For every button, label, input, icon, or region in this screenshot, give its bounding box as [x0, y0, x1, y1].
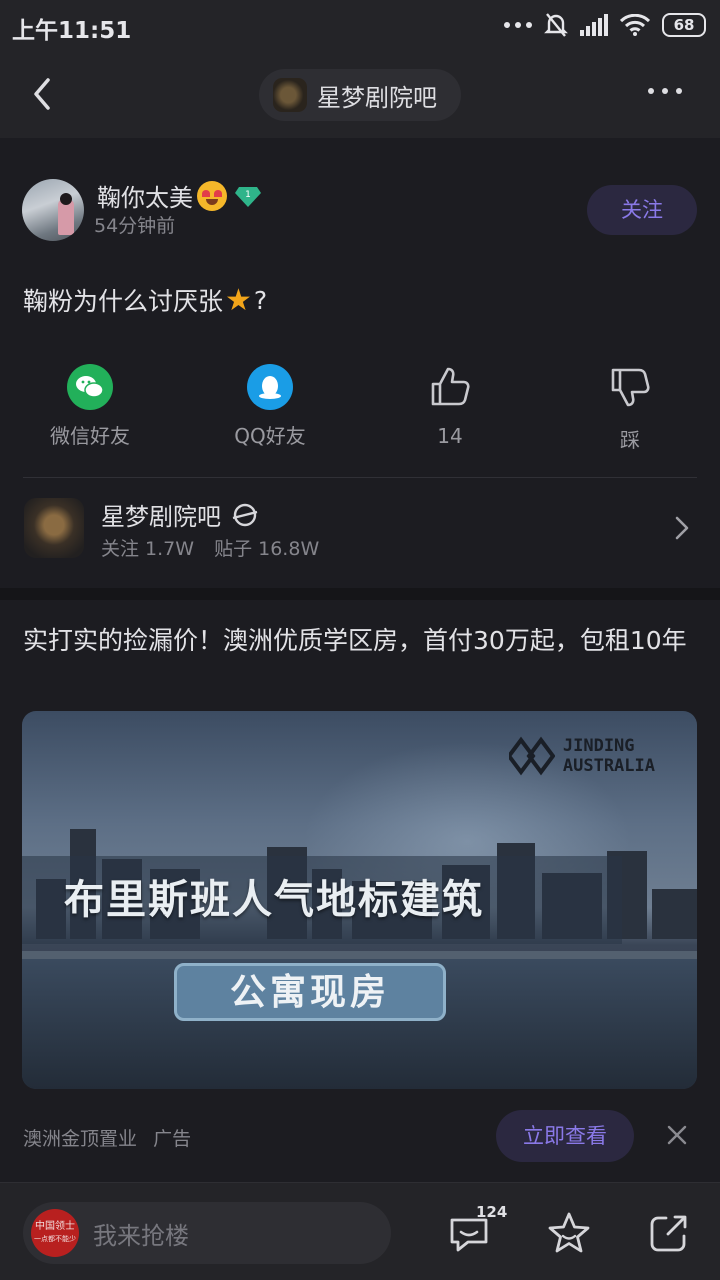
status-icons: 68 [504, 12, 706, 38]
nav-bar: 星梦剧院吧 [0, 52, 720, 138]
author-name: 鞠你太美 [97, 184, 193, 212]
level-badge-icon: 1 [235, 186, 261, 207]
battery-indicator: 68 [662, 13, 706, 37]
ad-title[interactable]: 实打实的捡漏价！澳洲优质学区房，首付30万起，包租10年 [23, 620, 693, 662]
share-qq-label: QQ好友 [234, 424, 306, 448]
ad-headline: 布里斯班人气地标建筑 [64, 876, 484, 923]
dislike-label: 踩 [620, 428, 640, 452]
planet-icon [232, 503, 258, 526]
forum-title-pill[interactable]: 星梦剧院吧 [259, 69, 461, 121]
post-title: 鞠粉为什么讨厌张 ★ ? [23, 282, 267, 318]
divider [23, 477, 697, 478]
close-icon[interactable] [666, 1124, 688, 1146]
share-actions: 微信好友 QQ好友 14 踩 [0, 364, 720, 454]
star-emoji-icon: ★ [225, 282, 252, 318]
status-time: 上午11:51 [12, 18, 132, 44]
brand-logo: JINDING AUSTRALIA [508, 736, 655, 776]
like-count: 14 [437, 424, 463, 448]
forum-followers: 关注 1.7W [101, 538, 195, 560]
thumbs-up-icon [431, 367, 470, 406]
ad-tag: 广告 [153, 1128, 192, 1150]
favorite-star-icon[interactable] [546, 1210, 592, 1256]
ad-sub-badge: 公寓现房 [174, 963, 446, 1021]
jinding-logo-icon [508, 736, 555, 776]
comment-count: 124 [476, 1203, 508, 1221]
forum-title: 星梦剧院吧 [317, 83, 437, 112]
dislike-button[interactable]: 踩 [560, 364, 700, 453]
post-card: 鞠你太美 1 54分钟前 关注 鞠粉为什么讨厌张 ★ ? 微信好友 QQ好友 1… [0, 138, 720, 588]
share-wechat-label: 微信好友 [50, 424, 130, 448]
thumbs-down-icon [611, 368, 650, 407]
heart-eyes-emoji-icon [197, 180, 227, 211]
forum-avatar [273, 78, 307, 112]
wechat-icon [67, 364, 113, 410]
view-now-button[interactable]: 立即查看 [496, 1110, 634, 1162]
reply-placeholder: 我来抢楼 [93, 1221, 189, 1250]
forum-link-row[interactable]: 星梦剧院吧 关注 1.7W 贴子 16.8W [0, 493, 720, 573]
status-bar: 上午11:51 68 [0, 0, 720, 52]
forum-name: 星梦剧院吧 [101, 503, 221, 531]
post-title-suffix: ? [253, 285, 268, 315]
more-notifications-icon [504, 22, 532, 28]
qq-icon [247, 364, 293, 410]
ad-image[interactable]: 布里斯班人气地标建筑 公寓现房 JINDING AUSTRALIA [22, 711, 697, 1089]
chevron-right-icon [675, 516, 689, 540]
share-wechat-button[interactable]: 微信好友 [20, 364, 160, 449]
ad-source: 澳洲金顶置业 广告 [23, 1124, 201, 1151]
like-button[interactable]: 14 [380, 364, 520, 448]
bottom-bar: 中国领士 一点都不能少 我来抢楼 124 [0, 1182, 720, 1280]
forum-stats: 关注 1.7W 贴子 16.8W [101, 534, 333, 561]
author-name-row[interactable]: 鞠你太美 1 [97, 178, 261, 213]
share-qq-button[interactable]: QQ好友 [200, 364, 340, 449]
post-time: 54分钟前 [94, 215, 176, 237]
forum-avatar [24, 498, 84, 558]
author-avatar[interactable] [22, 179, 84, 241]
back-arrow-icon[interactable] [26, 74, 62, 114]
post-title-text: 鞠粉为什么讨厌张 [23, 287, 224, 316]
share-icon[interactable] [646, 1210, 692, 1256]
reply-input[interactable]: 中国领士 一点都不能少 我来抢楼 [23, 1202, 391, 1264]
mute-bell-icon [544, 13, 568, 37]
wifi-icon [620, 14, 650, 36]
follow-button[interactable]: 关注 [587, 185, 697, 235]
signal-icon [580, 14, 608, 36]
ad-card: 实打实的捡漏价！澳洲优质学区房，首付30万起，包租10年 布里斯班人气地标建筑 … [0, 600, 720, 1182]
more-options-icon[interactable] [648, 88, 682, 94]
svg-text:1: 1 [245, 190, 251, 200]
brand-line2: AUSTRALIA [562, 756, 655, 776]
ad-advertiser: 澳洲金顶置业 [23, 1128, 138, 1150]
forum-posts: 贴子 16.8W [214, 538, 320, 560]
section-separator [0, 588, 720, 600]
forum-name-row: 星梦剧院吧 [101, 497, 259, 532]
user-avatar: 中国领士 一点都不能少 [31, 1209, 79, 1257]
brand-line1: JINDING [562, 736, 635, 756]
